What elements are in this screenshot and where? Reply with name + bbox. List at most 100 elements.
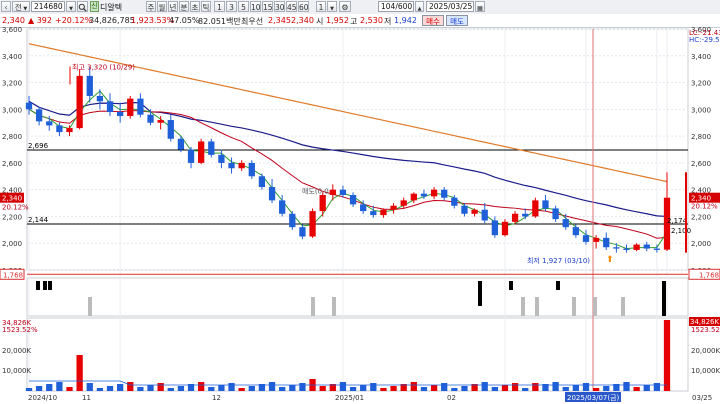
volume-bar bbox=[532, 383, 539, 391]
volume-bar bbox=[501, 385, 509, 391]
volume-bar bbox=[511, 383, 519, 391]
candle-body bbox=[96, 95, 104, 102]
candle-body bbox=[410, 193, 417, 201]
candle-body bbox=[127, 98, 134, 117]
volume-bar bbox=[238, 388, 245, 391]
x-axis-label: 02 bbox=[447, 394, 456, 402]
volume-bar bbox=[380, 388, 387, 391]
low-annotation: 최저 1,927 (03/10) bbox=[527, 256, 590, 265]
volume-bar bbox=[420, 387, 428, 391]
candle-body bbox=[35, 109, 43, 122]
signal-bar bbox=[621, 297, 625, 316]
candle-body bbox=[360, 204, 367, 212]
volume-bar bbox=[461, 386, 468, 391]
volume-bar bbox=[106, 386, 114, 391]
volume-bar bbox=[491, 387, 498, 391]
arrow-up-icon: ⬆ bbox=[606, 255, 614, 265]
volume-bar bbox=[167, 388, 174, 391]
volume-bar bbox=[390, 386, 397, 391]
volume-bar bbox=[410, 382, 417, 391]
volume-bar bbox=[198, 382, 205, 391]
volume-bar bbox=[157, 383, 164, 391]
volume-bar bbox=[360, 385, 367, 391]
volume-panel bbox=[26, 317, 689, 392]
candle-body bbox=[562, 219, 569, 228]
candle-body bbox=[258, 176, 266, 187]
y-axis-label-left: 3,000 bbox=[2, 106, 22, 114]
candle-body bbox=[329, 189, 336, 196]
volume-bar bbox=[349, 387, 357, 391]
candle-body bbox=[137, 98, 144, 115]
y-axis-label-right: 2,800 bbox=[691, 133, 711, 141]
price-chart[interactable]: 3,600 3,6003,400 3,4003,200 3,2003,000 3,000… bbox=[0, 0, 720, 404]
candle-body bbox=[430, 189, 438, 197]
candle-body bbox=[613, 247, 620, 249]
volume-bar bbox=[653, 383, 661, 391]
volume-bar bbox=[319, 386, 326, 391]
ma-label-b: 2,100 bbox=[671, 227, 691, 235]
candle-body bbox=[370, 211, 377, 216]
volume-bar bbox=[248, 386, 255, 391]
y-axis-label-left: 3,600 bbox=[2, 26, 22, 34]
candle-body bbox=[157, 120, 164, 123]
x-axis-label: 2024/10 bbox=[28, 394, 57, 402]
candle-body bbox=[268, 186, 276, 201]
volume-bar bbox=[177, 386, 185, 391]
volume-axis-label-left: 20,000K bbox=[2, 347, 31, 355]
candle-body bbox=[248, 162, 255, 177]
candle-body bbox=[167, 120, 174, 139]
y-axis-label-right: 2,600 bbox=[691, 160, 711, 168]
candle-body bbox=[147, 114, 154, 123]
x-axis-label: 12 bbox=[212, 394, 221, 402]
volume-bar bbox=[228, 383, 235, 391]
candle-body bbox=[117, 112, 124, 117]
level-line-label: 2,144 bbox=[28, 216, 49, 224]
volume-bar bbox=[562, 387, 569, 391]
volume-bar bbox=[430, 385, 438, 391]
candle-body bbox=[349, 195, 357, 205]
y-axis-label-left: 2,600 bbox=[2, 160, 22, 168]
candle-body bbox=[208, 141, 215, 155]
candle-body bbox=[471, 209, 478, 214]
candle-body bbox=[86, 75, 93, 96]
candle-body bbox=[319, 195, 326, 212]
volume-bar bbox=[603, 386, 610, 391]
candle-body bbox=[228, 162, 235, 169]
y-axis-label-right: 3,200 bbox=[691, 80, 711, 88]
y-axis-label-left: 2,200 bbox=[2, 213, 22, 221]
candle-body bbox=[309, 211, 316, 237]
volume-bar bbox=[279, 387, 286, 391]
candle-body bbox=[572, 227, 579, 236]
candle-body bbox=[633, 244, 640, 250]
y-axis-label-left: 3,200 bbox=[2, 80, 22, 88]
candle-body bbox=[218, 154, 225, 163]
x-axis-label: 11 bbox=[82, 394, 91, 402]
volume-axis-label-left: 1523.52% bbox=[2, 326, 38, 334]
candle-body bbox=[238, 162, 245, 169]
volume-bar bbox=[137, 387, 144, 391]
candle-body bbox=[299, 227, 306, 237]
volume-bar bbox=[451, 388, 458, 391]
candle-body bbox=[522, 213, 529, 217]
candle-body bbox=[481, 209, 488, 221]
candle-body bbox=[420, 193, 428, 197]
volume-bar bbox=[147, 385, 154, 391]
signal-bar bbox=[311, 297, 315, 316]
candle-body bbox=[66, 128, 73, 133]
volume-bar bbox=[441, 383, 448, 391]
volume-bar bbox=[481, 382, 488, 391]
candle-body bbox=[400, 200, 407, 206]
cursor-date-text: 2025/03/07(금) bbox=[567, 394, 620, 402]
volume-bar bbox=[633, 387, 640, 391]
volume-bar bbox=[339, 382, 347, 391]
candle-body bbox=[25, 102, 33, 110]
volume-tag-text: 34,826K bbox=[690, 318, 719, 326]
volume-axis-label-left: 10,000K bbox=[2, 367, 31, 375]
volume-bar bbox=[96, 388, 104, 391]
candle-body bbox=[511, 213, 519, 222]
volume-bar bbox=[522, 388, 529, 391]
candle-body bbox=[76, 75, 83, 129]
signal-bar bbox=[572, 297, 576, 316]
candle-body bbox=[532, 200, 539, 217]
signal-bar bbox=[332, 297, 336, 316]
